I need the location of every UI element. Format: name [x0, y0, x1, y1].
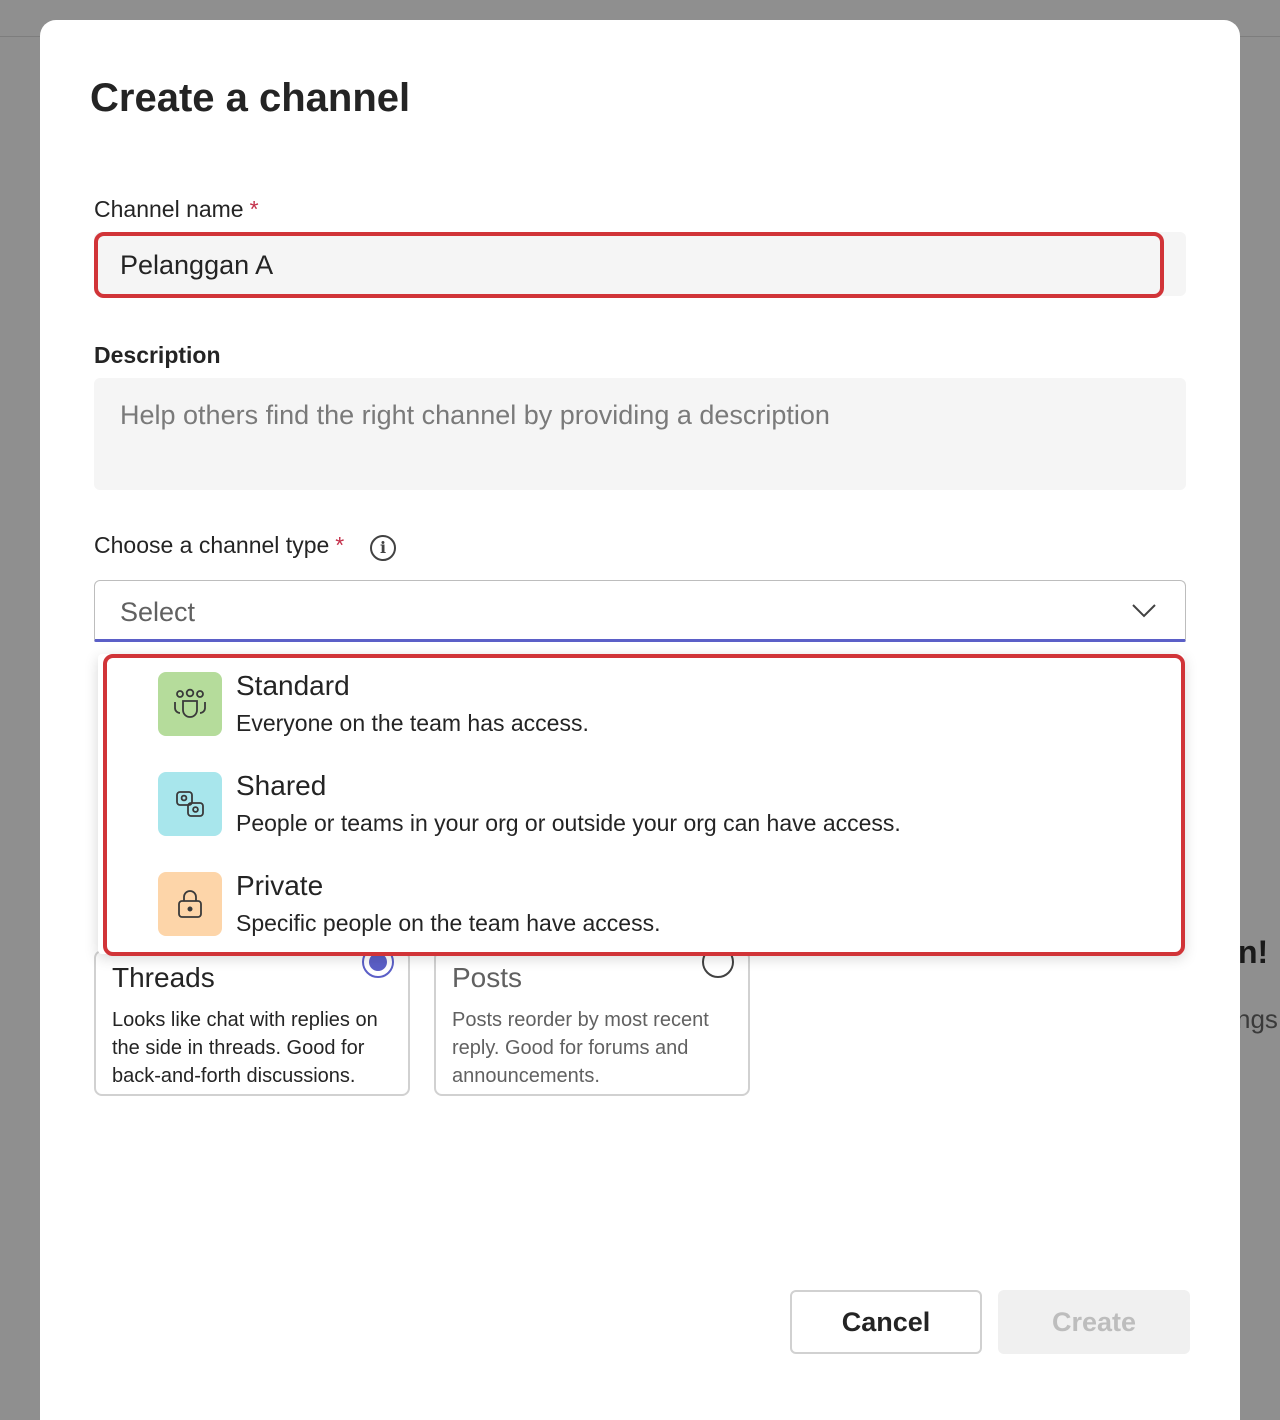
menu-option-standard[interactable]: Standard Everyone on the team has access… [98, 654, 1178, 754]
channel-name-label-text: Channel name [94, 196, 244, 222]
lock-icon [158, 872, 222, 936]
menu-option-private[interactable]: Private Specific people on the team have… [98, 854, 1178, 954]
dialog-title: Create a channel [90, 76, 411, 120]
channel-type-select-value: Select [120, 597, 196, 627]
background-text: ngs [1236, 1004, 1278, 1034]
option-title: Shared [236, 770, 327, 801]
layout-card-description: Posts reorder by most recent reply. Good… [452, 1009, 709, 1087]
layout-card-title: Threads [112, 962, 215, 993]
create-channel-dialog: Create a channel Channel name* Descripti… [40, 20, 1240, 1420]
threads-radio[interactable] [362, 952, 394, 978]
shared-link-icon [158, 772, 222, 836]
channel-name-input[interactable] [94, 232, 1164, 298]
required-asterisk: * [249, 196, 259, 222]
layout-card-threads[interactable]: Threads Looks like chat with replies on … [94, 950, 410, 1096]
menu-option-shared[interactable]: Shared People or teams in your org or ou… [98, 754, 1178, 854]
info-icon[interactable]: i [370, 535, 396, 561]
description-textarea[interactable] [94, 378, 1186, 490]
option-description: Everyone on the team has access. [236, 710, 589, 736]
chevron-down-icon [1132, 604, 1156, 618]
required-asterisk: * [335, 532, 345, 558]
posts-radio[interactable] [702, 952, 734, 978]
channel-type-label: Choose a channel type * [94, 532, 344, 559]
option-description: People or teams in your org or outside y… [236, 810, 901, 836]
layout-card-posts[interactable]: Posts Posts reorder by most recent reply… [434, 950, 750, 1096]
cancel-button[interactable]: Cancel [790, 1290, 982, 1354]
channel-type-label-text: Choose a channel type [94, 532, 330, 558]
channel-name-label: Channel name * [94, 196, 259, 223]
create-button[interactable]: Create [998, 1290, 1190, 1354]
layout-card-title: Posts [452, 962, 523, 993]
option-title: Standard [236, 670, 350, 701]
team-icon [158, 672, 222, 736]
channel-type-select[interactable]: Select [94, 580, 1186, 642]
option-title: Private [236, 870, 324, 901]
description-label: Description [94, 342, 221, 368]
background-heading: n! [1238, 934, 1269, 970]
layout-card-description: Looks like chat with replies on the side… [112, 1009, 378, 1087]
option-description: Specific people on the team have access. [236, 910, 661, 936]
